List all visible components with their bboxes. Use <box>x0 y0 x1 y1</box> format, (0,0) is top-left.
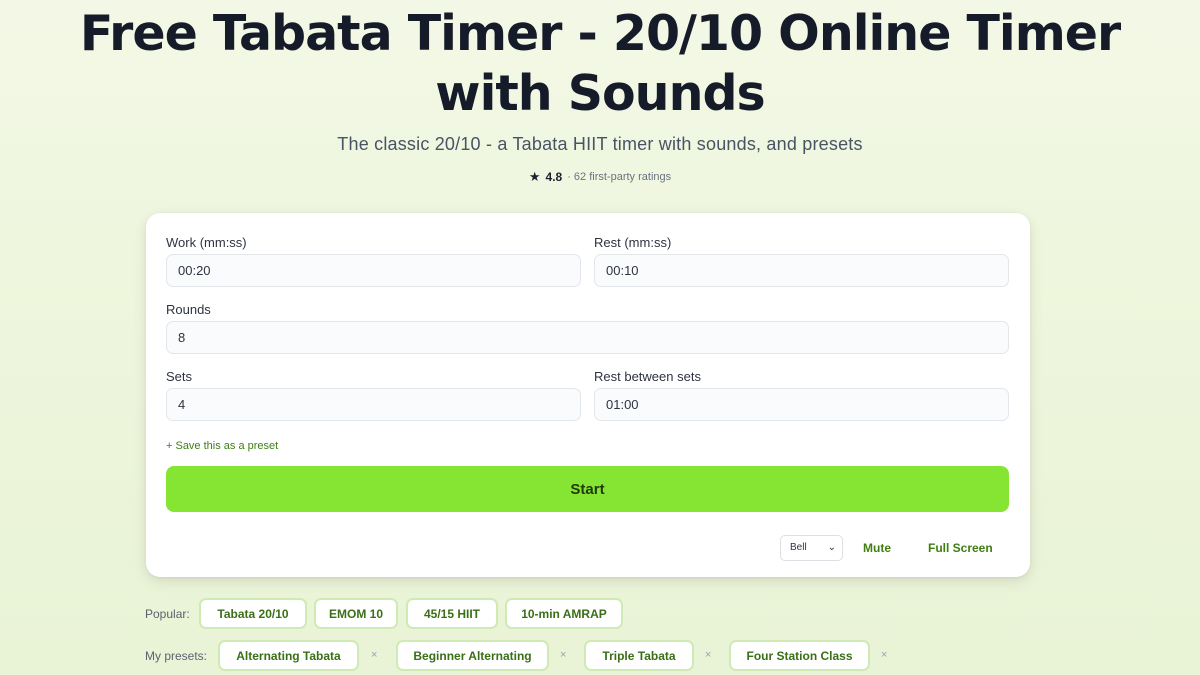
popular-preset-chip[interactable]: 10-min AMRAP <box>505 598 623 629</box>
remove-preset-icon[interactable]: × <box>560 649 566 661</box>
rounds-input[interactable]: 8 <box>166 321 1009 354</box>
sets-label: Sets <box>166 369 193 384</box>
my-preset-chip[interactable]: Alternating Tabata <box>218 640 359 671</box>
page-title-line1: Free Tabata Timer - 20/10 Online Timer <box>79 5 1121 62</box>
my-preset-chip[interactable]: Triple Tabata <box>584 640 694 671</box>
popular-preset-chip[interactable]: EMOM 10 <box>314 598 398 629</box>
rest-between-sets-input[interactable]: 01:00 <box>594 388 1009 421</box>
save-preset-link[interactable]: + Save this as a preset <box>166 440 278 452</box>
hero: Free Tabata Timer - 20/10 Online Timer w… <box>0 0 1200 185</box>
page-title-line2: with Sounds <box>435 65 765 122</box>
remove-preset-icon[interactable]: × <box>371 649 377 661</box>
remove-preset-icon[interactable]: × <box>881 649 887 661</box>
star-icon: ★ <box>528 169 541 184</box>
page-subtitle: The classic 20/10 - a Tabata HIIT timer … <box>337 134 863 154</box>
chevron-down-icon: ⌄ <box>827 542 836 553</box>
sound-select-value: Bell <box>790 542 807 553</box>
my-preset-chip[interactable]: Four Station Class <box>729 640 870 671</box>
rest-label: Rest (mm:ss) <box>594 235 672 250</box>
popular-label: Popular: <box>145 607 190 621</box>
sets-input[interactable]: 4 <box>166 388 581 421</box>
rating-score: 4.8 <box>545 170 563 184</box>
popular-preset-chip[interactable]: Tabata 20/10 <box>199 598 307 629</box>
fullscreen-button[interactable]: Full Screen <box>928 541 993 555</box>
my-presets-label: My presets: <box>145 649 208 663</box>
rating: ★ 4.8 · 62 first-party ratings <box>0 169 1200 185</box>
page-title: Free Tabata Timer - 20/10 Online Timer w… <box>0 4 1200 124</box>
popular-preset-chip[interactable]: 45/15 HIIT <box>406 598 498 629</box>
timer-settings-card: Work (mm:ss) 00:20 Rest (mm:ss) 00:10 Ro… <box>146 213 1030 577</box>
rounds-label: Rounds <box>166 302 211 317</box>
sound-select[interactable]: Bell ⌄ <box>780 535 843 561</box>
my-preset-chip[interactable]: Beginner Alternating <box>396 640 549 671</box>
remove-preset-icon[interactable]: × <box>705 649 711 661</box>
work-label: Work (mm:ss) <box>166 235 247 250</box>
mute-button[interactable]: Mute <box>863 541 891 555</box>
rest-input[interactable]: 00:10 <box>594 254 1009 287</box>
work-input[interactable]: 00:20 <box>166 254 581 287</box>
rating-count: · 62 first-party ratings <box>567 171 672 183</box>
start-button[interactable]: Start <box>166 466 1009 512</box>
rest-between-sets-label: Rest between sets <box>594 369 701 384</box>
